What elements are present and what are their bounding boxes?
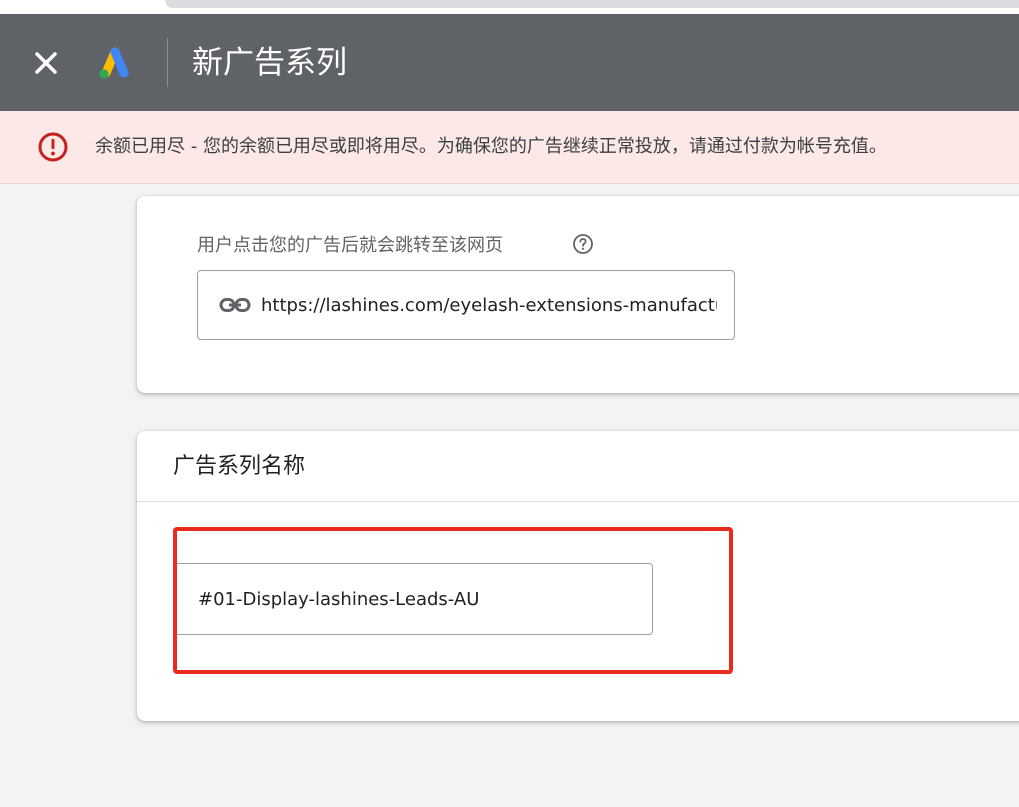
campaign-name-value: #01-Display-lashines-Leads-AU [198,589,480,610]
app-header: 新广告系列 [0,14,1019,111]
final-url-input[interactable]: https://lashines.com/eyelash-extensions-… [197,270,735,340]
header-divider [167,38,168,87]
browser-tab-edge [165,0,1019,8]
close-icon [35,52,57,74]
final-url-value: https://lashines.com/eyelash-extensions-… [261,295,717,316]
page-title: 新广告系列 [192,45,347,81]
campaign-name-title: 广告系列名称 [173,454,306,479]
final-url-card: 用户点击您的广告后就会跳转至该网页 https://lashines.com/e… [137,196,1019,393]
campaign-name-input[interactable]: #01-Display-lashines-Leads-AU [177,563,653,635]
link-icon [219,298,251,312]
close-button[interactable] [28,45,64,81]
section-divider [137,501,1019,502]
final-url-label: 用户点击您的广告后就会跳转至该网页 [197,235,503,256]
alert-message: 余额已用尽 - 您的余额已用尽或即将用尽。为确保您的广告继续正常投放，请通过付款… [95,136,887,157]
balance-alert-banner: 余额已用尽 - 您的余额已用尽或即将用尽。为确保您的广告继续正常投放，请通过付款… [0,111,1019,184]
browser-top-strip [0,0,1019,14]
google-ads-logo [95,44,135,82]
campaign-name-card: 广告系列名称 #01-Display-lashines-Leads-AU [137,431,1019,721]
help-icon[interactable] [572,233,594,255]
error-icon [38,132,68,162]
